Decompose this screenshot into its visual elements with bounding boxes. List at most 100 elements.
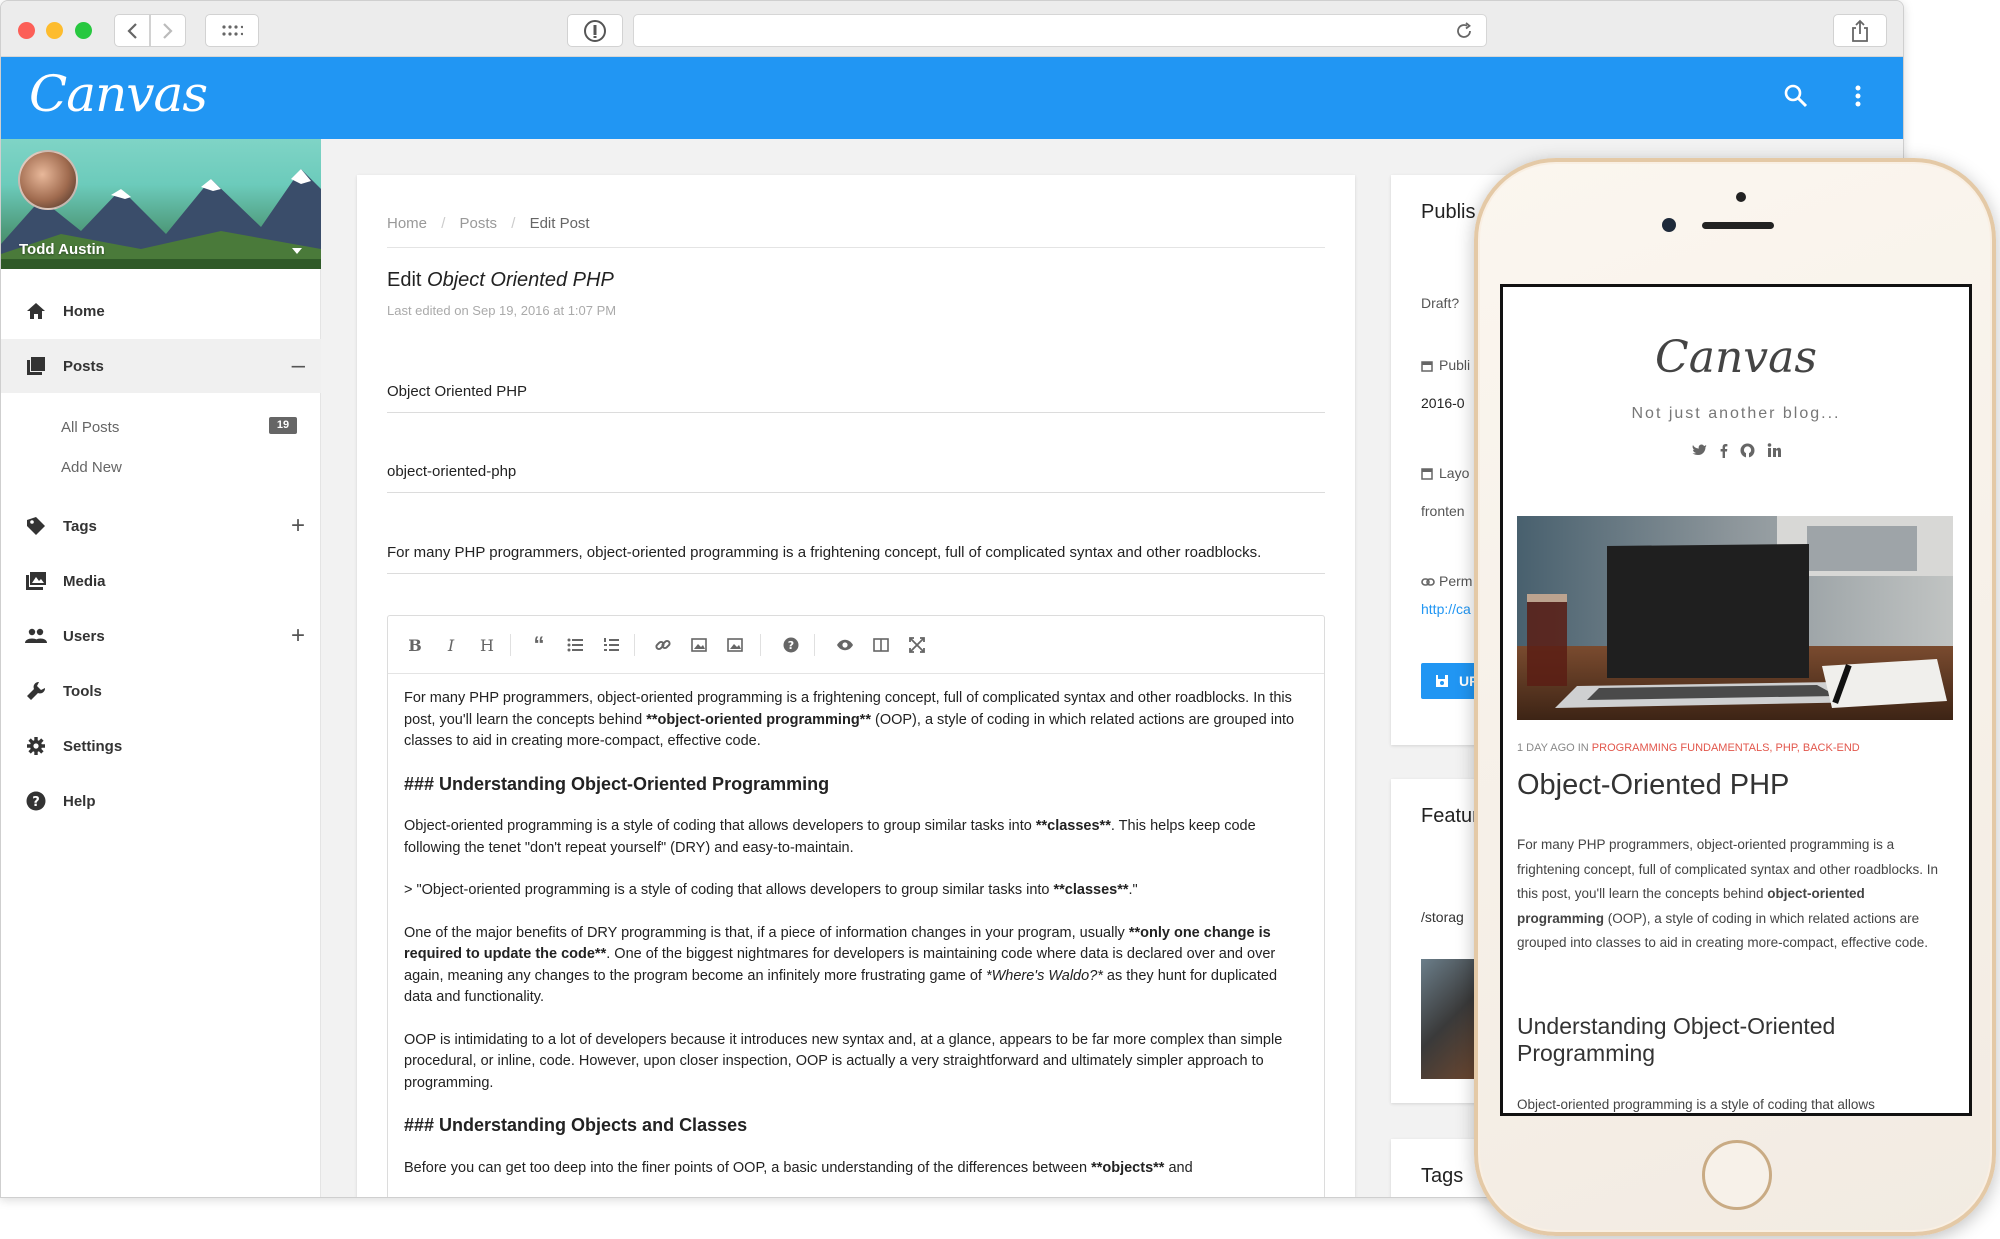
side-by-side-icon[interactable] <box>870 634 892 656</box>
sidebar-item-home[interactable]: Home <box>1 284 321 338</box>
calendar-icon <box>1421 361 1433 372</box>
sidebar-item-media[interactable]: Media <box>1 554 321 608</box>
svg-text:?: ? <box>788 639 794 652</box>
edit-post-card: Home / Posts / Edit Post Edit Object Ori… <box>357 175 1355 1197</box>
info-icon <box>584 19 606 42</box>
editor-content[interactable]: For many PHP programmers, object-oriente… <box>404 688 1308 1197</box>
text-span: and <box>1164 1159 1193 1176</box>
quote-icon[interactable]: “ <box>528 632 550 657</box>
toolbar-divider <box>814 634 815 656</box>
breadcrumb-current: Edit Post <box>529 215 590 232</box>
bold-text: **classes** <box>1035 818 1111 834</box>
sidebar-item-label: Users <box>63 627 105 645</box>
post-slug-field[interactable]: object-oriented-php <box>387 463 1325 493</box>
page-title-prefix: Edit <box>387 269 422 291</box>
avatar[interactable] <box>18 150 78 210</box>
post-paragraph: Object-oriented programming is a style o… <box>1517 1097 1875 1112</box>
app-logo[interactable]: Canvas <box>29 65 208 123</box>
post-featured-image[interactable] <box>1517 516 1953 720</box>
bold-icon[interactable]: B <box>404 634 426 656</box>
page-title: Edit Object Oriented PHP <box>387 269 614 292</box>
tab-overview-button[interactable] <box>205 14 259 47</box>
markdown-editor[interactable]: B I H “ ? For many PHP programmers, obje… <box>387 615 1325 1197</box>
linkedin-icon[interactable] <box>1767 443 1781 457</box>
fullscreen-icon[interactable] <box>906 634 928 656</box>
more-vert-icon[interactable] <box>1854 84 1862 108</box>
image-icon[interactable] <box>688 634 710 656</box>
share-button[interactable] <box>1833 14 1887 47</box>
help-icon[interactable]: ? <box>780 634 802 656</box>
wrench-icon <box>25 680 47 702</box>
layout-field[interactable]: fronten <box>1421 503 1465 519</box>
user-name[interactable]: Todd Austin <box>19 241 105 258</box>
divider <box>387 247 1325 248</box>
collapse-posts-button[interactable]: – <box>292 354 305 378</box>
link-icon[interactable] <box>652 634 674 656</box>
minimize-window-button[interactable] <box>46 22 63 39</box>
breadcrumb-posts[interactable]: Posts <box>460 215 498 232</box>
reload-icon[interactable] <box>1454 21 1474 41</box>
add-tag-button[interactable]: + <box>291 514 305 538</box>
social-links <box>1503 443 1969 458</box>
home-button[interactable] <box>1702 1140 1772 1210</box>
sidebar-item-label: Tags <box>63 517 97 535</box>
profile-banner[interactable]: Todd Austin <box>1 139 321 269</box>
svg-text:?: ? <box>32 795 40 810</box>
caret-down-icon[interactable] <box>291 247 303 255</box>
post-excerpt: For many PHP programmers, object-oriente… <box>1517 833 1953 956</box>
sidebar-item-users[interactable]: Users + <box>1 609 321 663</box>
sidebar-item-label: Tools <box>63 682 102 700</box>
sidebar-subitem-add-new[interactable]: Add New <box>61 459 122 476</box>
sidebar-item-settings[interactable]: Settings <box>1 719 321 773</box>
publish-date-label: Publi <box>1439 357 1471 373</box>
preview-eye-icon[interactable] <box>834 634 856 656</box>
sidebar-item-tools[interactable]: Tools <box>1 664 321 718</box>
maximize-window-button[interactable] <box>75 22 92 39</box>
draft-label: Draft? <box>1421 295 1460 311</box>
back-button[interactable] <box>114 14 150 47</box>
facebook-icon[interactable] <box>1719 443 1728 458</box>
tags-icon <box>25 515 47 537</box>
blog-logo[interactable]: Canvas <box>1503 332 1969 383</box>
breadcrumb: Home / Posts / Edit Post <box>387 215 600 232</box>
toolbar-divider <box>760 634 761 656</box>
blog-tagline: Not just another blog... <box>1631 405 1841 422</box>
forward-button[interactable] <box>150 14 186 47</box>
publish-date-field[interactable]: 2016-0 <box>1421 395 1465 411</box>
sidebar-item-tags[interactable]: Tags + <box>1 499 321 553</box>
close-window-button[interactable] <box>18 22 35 39</box>
posts-icon <box>25 355 47 377</box>
bullet-list-icon[interactable] <box>564 634 586 656</box>
italic-icon[interactable]: I <box>440 634 462 656</box>
editor-paragraph: One of the major benefits of DRY program… <box>404 923 1308 1009</box>
post-title[interactable]: Object-Oriented PHP <box>1517 769 1789 802</box>
post-categories-link[interactable]: PROGRAMMING FUNDAMENTALS, PHP, BACK-END <box>1592 742 1860 754</box>
twitter-icon[interactable] <box>1692 443 1707 456</box>
sidebar-item-help[interactable]: ? Help <box>1 774 321 828</box>
post-subtitle-field[interactable]: For many PHP programmers, object-oriente… <box>387 544 1325 574</box>
phone-screen: Canvas Not just another blog... 1 DAY AG… <box>1500 284 1972 1116</box>
featured-image-path[interactable]: /storag <box>1421 909 1464 925</box>
numbered-list-icon[interactable] <box>600 634 622 656</box>
heading-icon[interactable]: H <box>476 634 498 656</box>
search-icon[interactable] <box>1783 83 1809 109</box>
upload-image-icon[interactable] <box>724 634 746 656</box>
sidebar-item-posts[interactable]: Posts – <box>1 339 321 393</box>
featured-card-title: Featur <box>1421 805 1479 827</box>
post-meta: 1 DAY AGO IN PROGRAMMING FUNDAMENTALS, P… <box>1517 742 1860 754</box>
permalink-link[interactable]: http://ca <box>1421 601 1471 617</box>
text-span: > "Object-oriented programming is a styl… <box>404 882 1054 898</box>
privacy-button[interactable] <box>567 14 623 47</box>
grid-icon <box>222 24 243 36</box>
github-icon[interactable] <box>1740 443 1755 458</box>
address-bar[interactable] <box>633 14 1487 47</box>
toolbar-divider <box>510 634 511 656</box>
add-user-button[interactable]: + <box>291 624 305 648</box>
breadcrumb-separator: / <box>441 215 446 232</box>
editor-blockquote: > "Object-oriented programming is a styl… <box>404 880 1308 902</box>
layout-label: Layo <box>1439 465 1470 481</box>
post-title-field[interactable]: Object Oriented PHP <box>387 383 1325 413</box>
sidebar-subitem-all-posts[interactable]: All Posts <box>61 419 119 436</box>
breadcrumb-home[interactable]: Home <box>387 215 427 232</box>
text-span: One of the major benefits of DRY program… <box>404 924 1129 941</box>
